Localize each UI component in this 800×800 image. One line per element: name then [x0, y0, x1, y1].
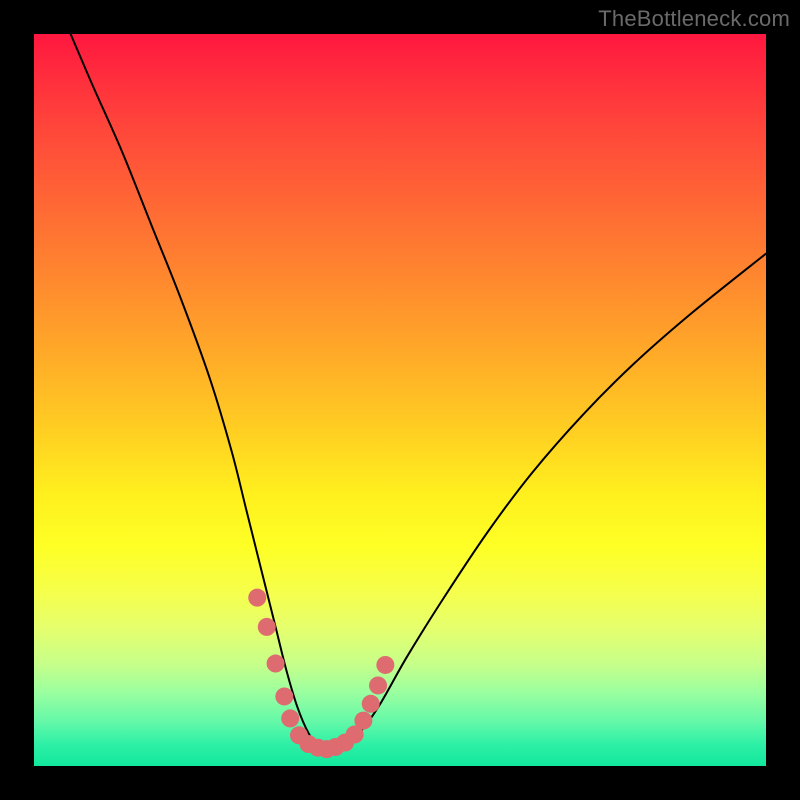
highlight-point — [354, 712, 372, 730]
highlight-point — [369, 676, 387, 694]
curve-bottleneck-curve — [71, 34, 766, 751]
chart-frame: TheBottleneck.com — [0, 0, 800, 800]
highlight-point — [376, 656, 394, 674]
highlight-point — [258, 618, 276, 636]
plot-area — [34, 34, 766, 766]
highlight-point — [281, 709, 299, 727]
highlight-point — [248, 589, 266, 607]
watermark-text: TheBottleneck.com — [598, 6, 790, 32]
highlight-point — [275, 687, 293, 705]
chart-svg — [34, 34, 766, 766]
series-group — [71, 34, 766, 751]
highlight-point — [267, 655, 285, 673]
highlight-point — [362, 695, 380, 713]
highlight-points-group — [248, 589, 394, 759]
